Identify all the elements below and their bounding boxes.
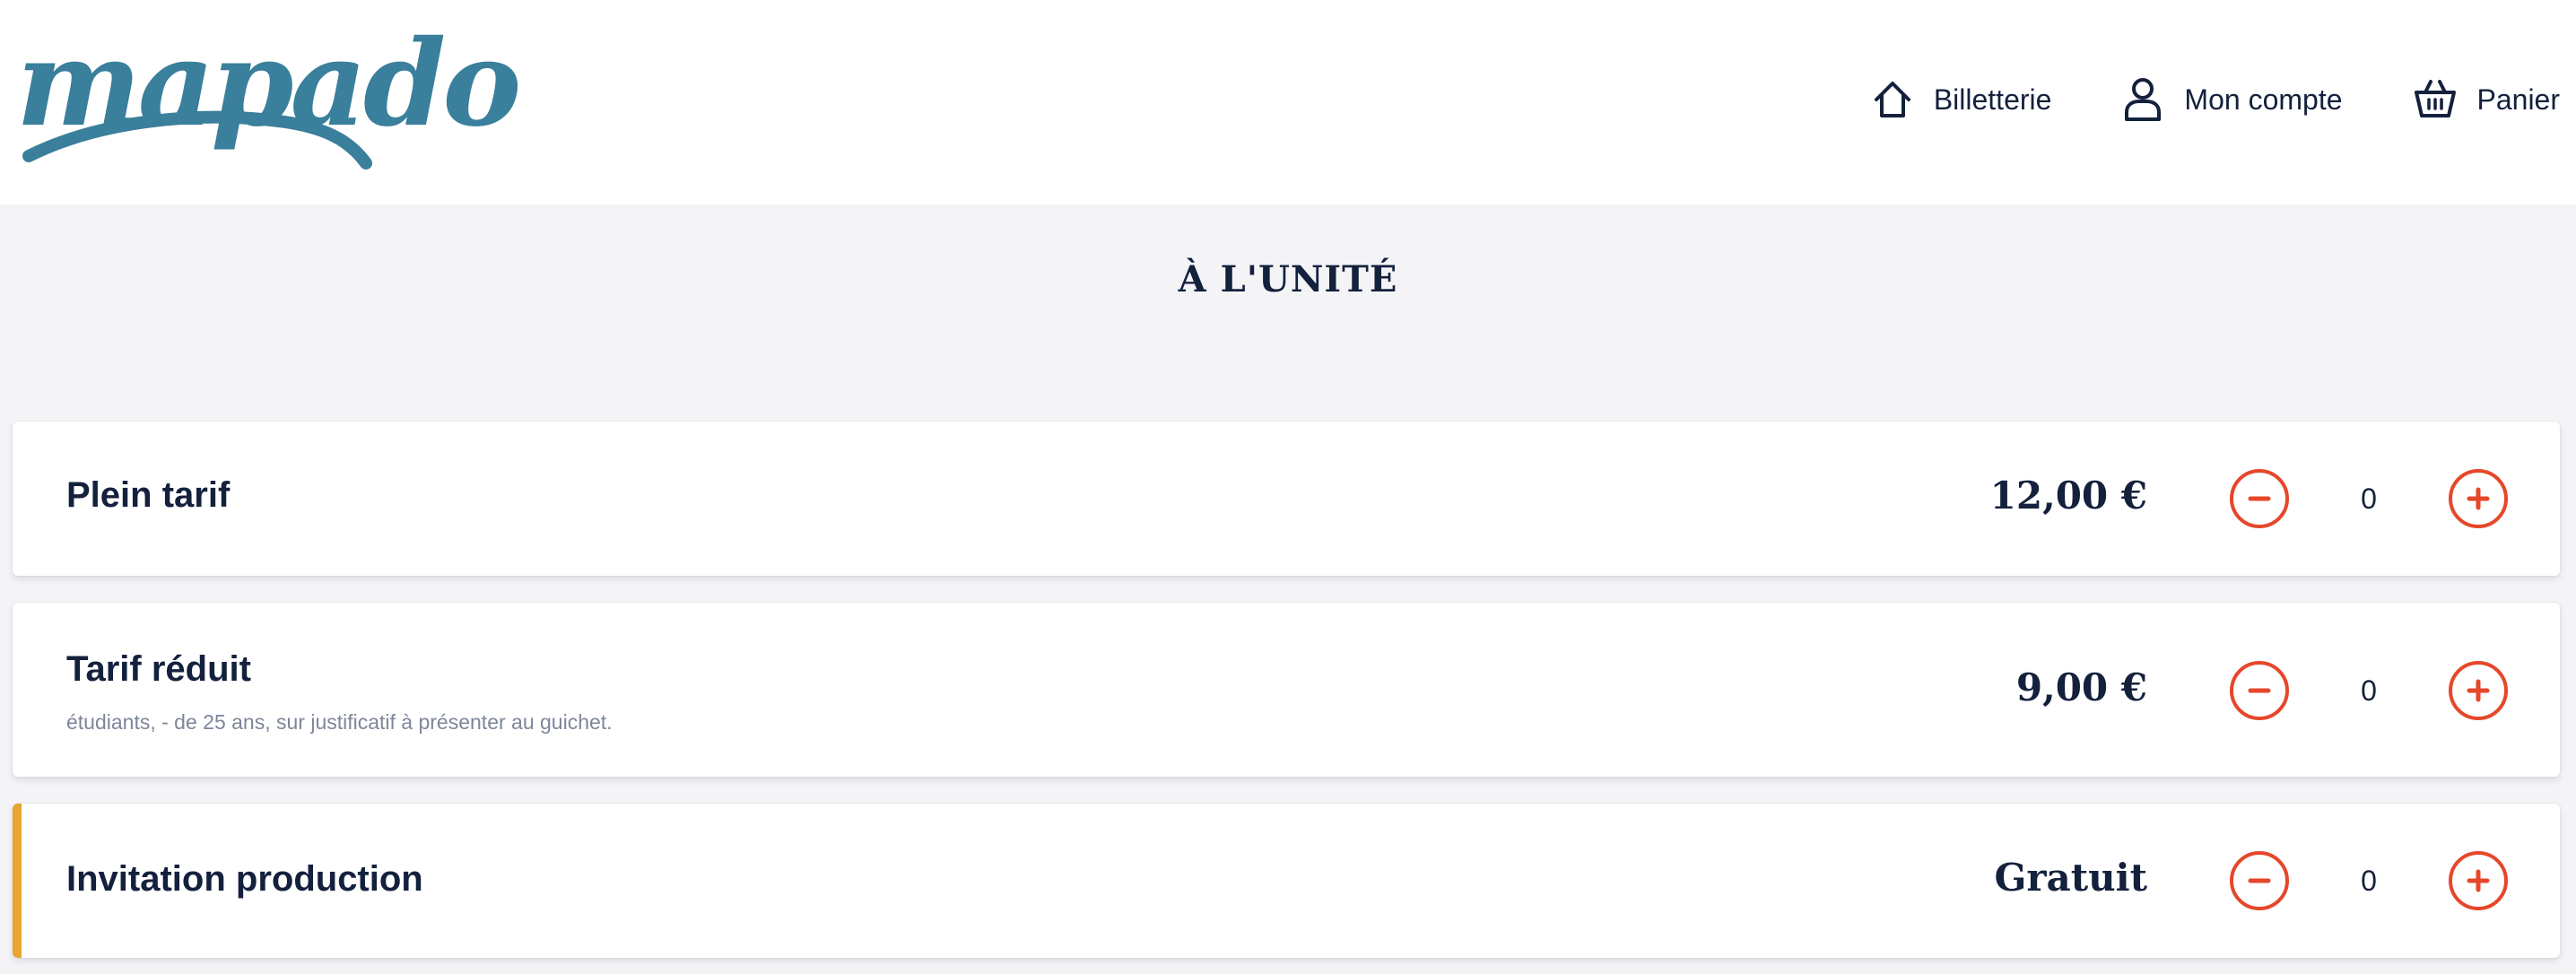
minus-icon [2248, 688, 2271, 693]
tariff-description: étudiants, - de 25 ans, sur justificatif… [66, 710, 613, 734]
increase-quantity-button[interactable] [2449, 661, 2508, 720]
tariff-price: 12,00 € [1989, 474, 2147, 517]
tariff-name: Invitation production [66, 859, 423, 899]
section-title: À L'UNITÉ [1178, 258, 1398, 300]
quantity-stepper: 0 [2230, 851, 2508, 910]
minus-icon [2248, 496, 2271, 501]
basket-icon [2414, 80, 2456, 117]
decrease-quantity-button[interactable] [2230, 661, 2289, 720]
logo-text: mapado [16, 14, 521, 153]
home-icon [1874, 82, 1910, 117]
tariff-price: 9,00 € [2015, 665, 2147, 709]
site-header: mapado Billetterie Mon compte Panier [0, 0, 2576, 204]
quantity-stepper: 0 [2230, 661, 2508, 720]
user-icon [2125, 78, 2162, 121]
tariff-row: Invitation production Gratuit 0 [13, 804, 2560, 958]
increase-quantity-button[interactable] [2449, 469, 2508, 528]
tariff-row: Plein tarif 12,00 € 0 [13, 422, 2560, 576]
mapado-logo[interactable]: mapado [16, 22, 521, 174]
nav-label-mon-compte: Mon compte [2184, 83, 2343, 116]
decrease-quantity-button[interactable] [2230, 469, 2289, 528]
plus-icon [2467, 679, 2490, 702]
quantity-stepper: 0 [2230, 469, 2508, 528]
minus-icon [2248, 878, 2271, 883]
plus-icon [2467, 869, 2490, 892]
tariff-name: Plein tarif [66, 475, 231, 515]
tariff-price: Gratuit [1994, 856, 2147, 900]
nav-billetterie[interactable]: Billetterie [1871, 78, 2052, 121]
decrease-quantity-button[interactable] [2230, 851, 2289, 910]
nav-label-billetterie: Billetterie [1933, 83, 2052, 116]
quantity-value: 0 [2361, 865, 2377, 897]
increase-quantity-button[interactable] [2449, 851, 2508, 910]
main-nav: Billetterie Mon compte Panier [1871, 70, 2560, 129]
nav-mon-compte[interactable]: Mon compte [2121, 76, 2343, 123]
tariff-name: Tarif réduit [66, 649, 251, 689]
nav-label-panier: Panier [2476, 83, 2561, 116]
plus-icon [2467, 487, 2490, 510]
quantity-value: 0 [2361, 674, 2377, 707]
tariff-row: Tarif réduit étudiants, - de 25 ans, sur… [13, 603, 2560, 777]
quantity-value: 0 [2361, 483, 2377, 515]
nav-panier[interactable]: Panier [2413, 78, 2561, 121]
